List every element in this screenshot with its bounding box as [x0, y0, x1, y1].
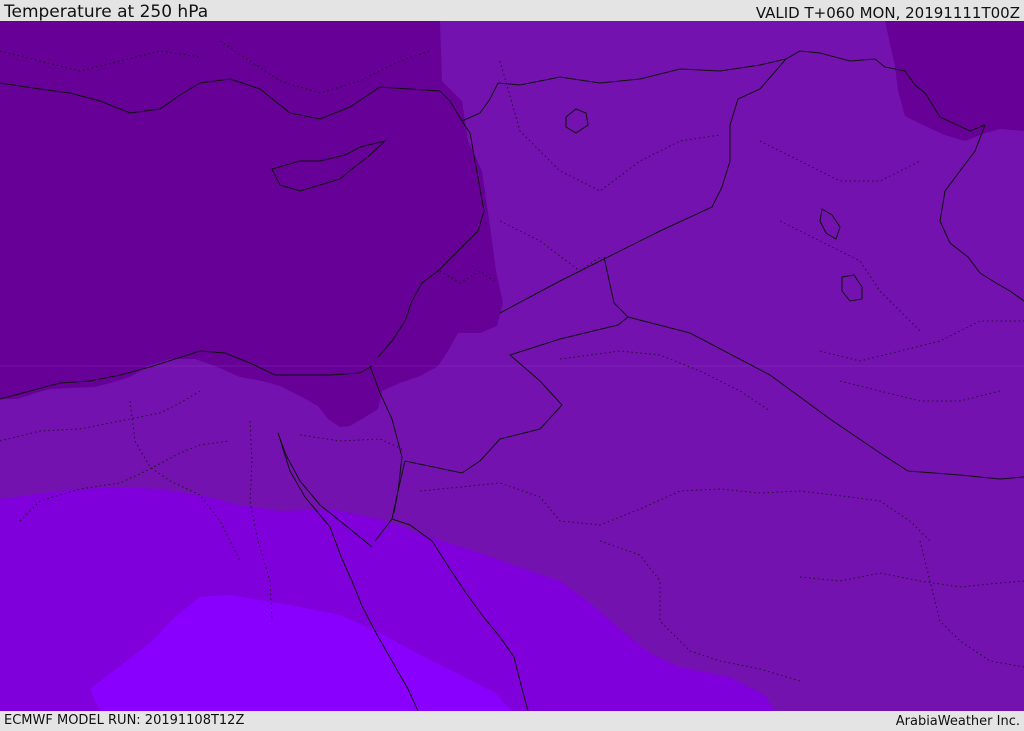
- footer-bar: ECMWF MODEL RUN: 20191108T12Z ArabiaWeat…: [0, 711, 1024, 729]
- model-run-label: ECMWF MODEL RUN: 20191108T12Z: [4, 713, 245, 728]
- map-title: Temperature at 250 hPa: [4, 2, 209, 22]
- temperature-map[interactable]: [0, 21, 1024, 711]
- valid-time: VALID T+060 MON, 20191111T00Z: [755, 4, 1020, 22]
- title-bar: Temperature at 250 hPa VALID T+060 MON, …: [0, 0, 1024, 21]
- credit-label: ArabiaWeather Inc.: [895, 714, 1020, 729]
- map-svg: [0, 21, 1024, 711]
